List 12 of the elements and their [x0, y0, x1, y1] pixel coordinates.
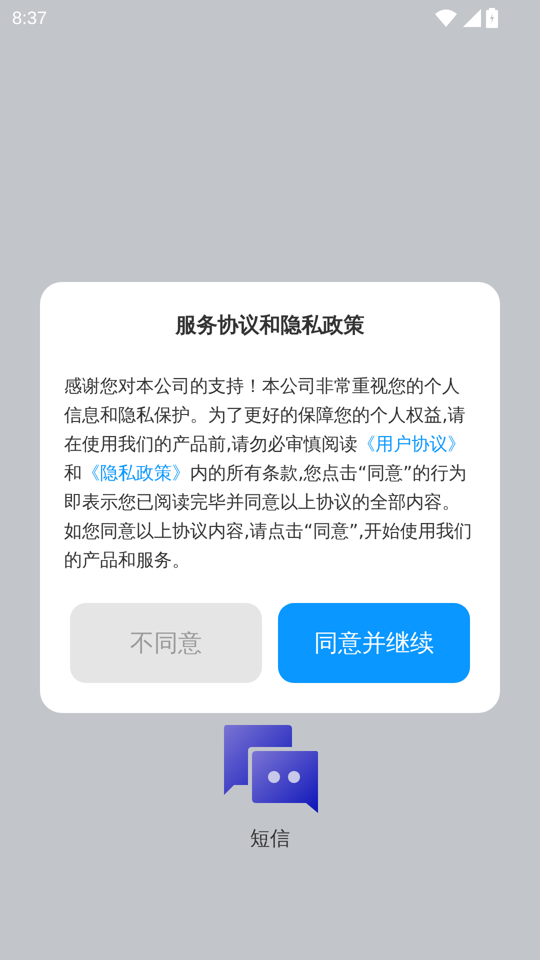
- signal-icon: [462, 8, 482, 28]
- status-time: 8:37: [12, 6, 48, 30]
- wifi-icon: [434, 8, 458, 28]
- policy-link[interactable]: 《隐私政策》: [82, 462, 190, 484]
- accept-button[interactable]: 同意并继续: [278, 602, 470, 682]
- battery-icon: [486, 8, 498, 28]
- chat-bubbles-icon: [222, 724, 318, 814]
- decline-button[interactable]: 不同意: [70, 602, 262, 682]
- app-label: 短信: [250, 824, 290, 852]
- policy-link[interactable]: 《用户协议》: [358, 434, 466, 454]
- dialog-message: 感谢您对本公司的支持！本公司非常重视您的个人信息和隐私保护。为了更好的保障您的个人权益,请在使用我们的产品前,请勿必审慎阅读《用户协议》 和《隐私政策》内的所有条款,您点击“同意”的行为即表示您已阅读完毕并同意以上协议的全部内容。如您同意以上协议内容,请点击“同意”,开始使用我们的产品和服务。: [64, 374, 474, 572]
- dialog-title: 服务协议和隐私政策: [174, 312, 366, 339]
